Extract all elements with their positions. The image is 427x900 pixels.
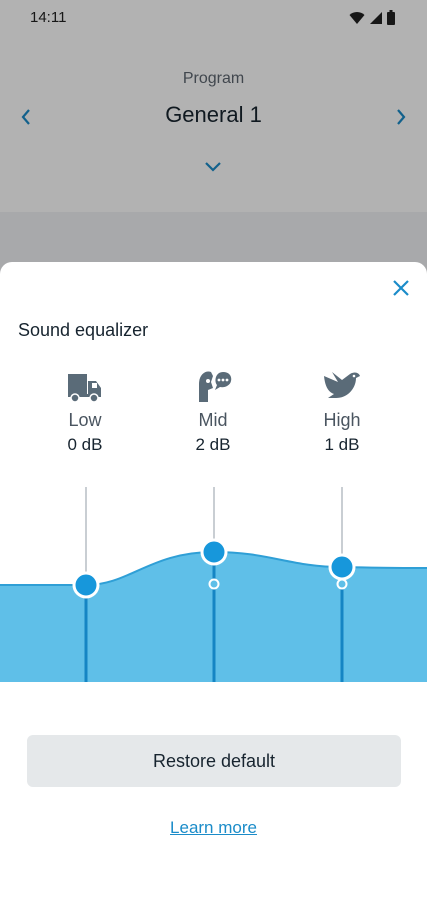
speaking-person-icon	[199, 371, 232, 402]
learn-more-link[interactable]: Learn more	[0, 818, 427, 838]
close-icon	[393, 280, 409, 296]
band-name: High	[323, 410, 361, 430]
sheet-title: Sound equalizer	[18, 320, 149, 340]
mid-zero-marker	[208, 578, 220, 590]
bird-icon	[324, 372, 360, 398]
high-zero-marker	[336, 578, 348, 590]
close-button[interactable]	[389, 276, 413, 300]
band-value: 1 dB	[324, 435, 360, 454]
equalizer-graph	[0, 487, 427, 682]
low-slider-thumb[interactable]	[72, 571, 100, 599]
band-value: 0 dB	[67, 435, 103, 454]
band-high: High 1 dB	[282, 364, 402, 455]
sound-equalizer-sheet: Sound equalizer Low 0 dB Mid 2 dB High 1…	[0, 262, 427, 900]
band-value: 2 dB	[195, 435, 231, 454]
band-mid: Mid 2 dB	[153, 364, 273, 455]
band-name: Mid	[198, 410, 228, 430]
band-low: Low 0 dB	[25, 364, 145, 455]
restore-default-button[interactable]: Restore default	[27, 735, 401, 787]
truck-icon	[68, 374, 101, 403]
high-slider-thumb[interactable]	[328, 553, 356, 581]
mid-slider-thumb[interactable]	[200, 538, 228, 566]
band-name: Low	[68, 410, 102, 430]
